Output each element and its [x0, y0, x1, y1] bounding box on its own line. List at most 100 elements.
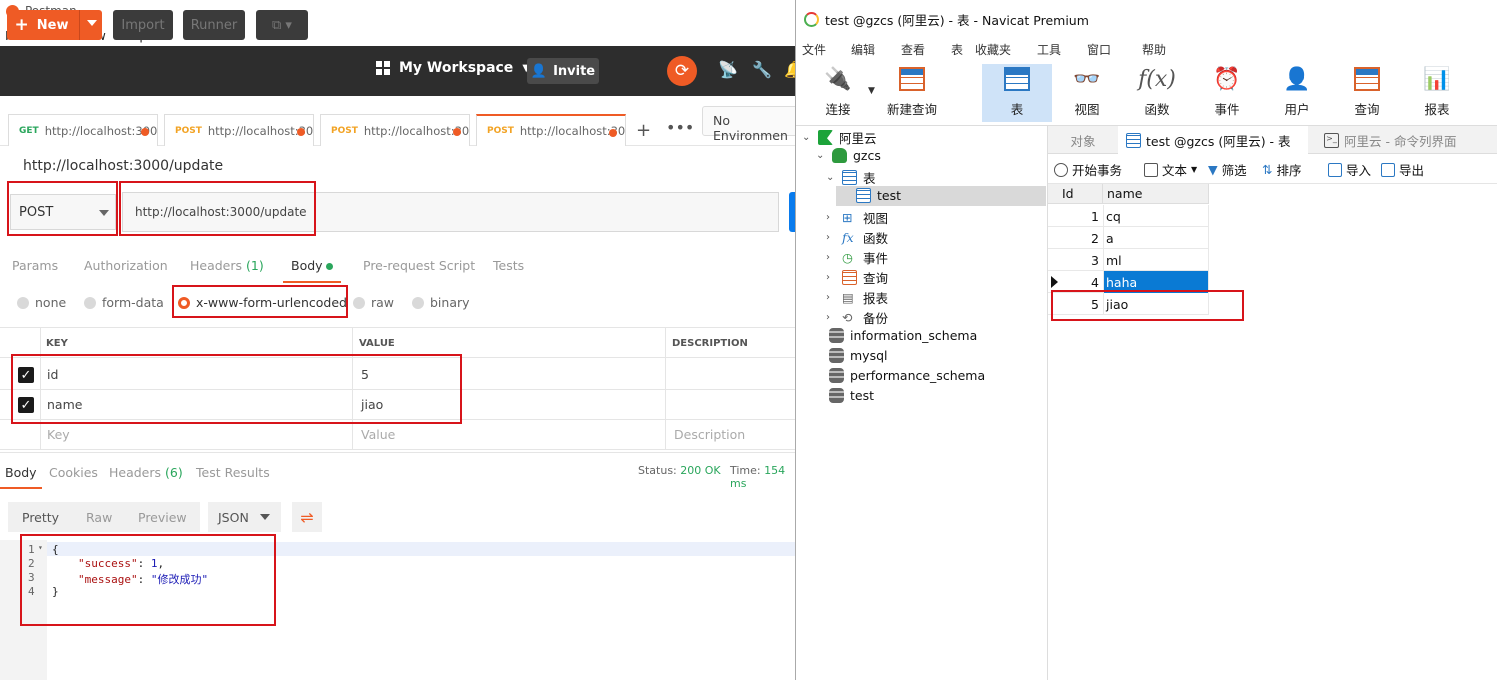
tab-body[interactable]: Body [291, 258, 333, 273]
tool-function[interactable]: f(x) 函数 [1125, 64, 1189, 122]
tool-connect[interactable]: 🔌 连接 [806, 64, 870, 122]
tree-tables-folder[interactable]: ⌄ 表 [826, 168, 876, 187]
invite-button[interactable]: 👤 Invite [527, 58, 599, 84]
tree-db-mysql[interactable]: mysql [829, 348, 888, 363]
table-row[interactable]: 3 ml [1048, 249, 1209, 271]
response-code-editor[interactable]: 1 2 3 4 ▾ { "success": 1, "message": "修改… [0, 540, 796, 680]
param-value[interactable]: 5 [361, 367, 369, 382]
tree-database[interactable]: ⌄ gzcs [816, 148, 881, 163]
table-row[interactable]: 5 jiao [1048, 293, 1209, 315]
tree-connection[interactable]: ⌄ 阿里云 [802, 128, 877, 147]
wrench-icon[interactable]: 🔧 [752, 60, 772, 79]
param-key[interactable]: id [47, 367, 58, 382]
sort-button[interactable]: ⇅ 排序 [1262, 160, 1302, 179]
format-select[interactable]: JSON [208, 502, 281, 532]
tree-folder-events[interactable]: › ◷ 事件 [826, 248, 888, 267]
response-tab-headers[interactable]: Headers (6) [109, 465, 183, 480]
request-tab[interactable]: POST http://localhost:30 [320, 114, 470, 146]
workspace-selector[interactable]: My Workspace ▼ [376, 60, 530, 76]
new-key-input[interactable]: Key [47, 427, 70, 442]
tool-new-query[interactable]: 新建查询 [880, 64, 944, 122]
export-button[interactable]: 导出 [1381, 160, 1424, 179]
menu-table[interactable]: 表 [951, 41, 963, 58]
filter-button[interactable]: ▼ 筛选 [1208, 160, 1247, 179]
new-tab-icon[interactable]: + [636, 120, 651, 141]
menu-file[interactable]: 文件 [802, 41, 826, 58]
tool-user[interactable]: 👤 用户 [1265, 64, 1329, 122]
cell-name[interactable]: ml [1103, 249, 1209, 271]
new-description-input[interactable]: Description [674, 427, 745, 442]
method-select[interactable]: POST [10, 194, 116, 230]
request-tab-active[interactable]: POST http://localhost:30 [476, 114, 626, 146]
tab-headers[interactable]: Headers (1) [190, 258, 264, 273]
tree-db-test[interactable]: test [829, 388, 874, 403]
body-mode-none[interactable]: none [17, 295, 66, 310]
tree-folder-views[interactable]: › ⊞ 视图 [826, 208, 888, 227]
add-window-button[interactable]: ⧉ ▾ [256, 10, 308, 40]
tree-folder-queries[interactable]: › 查询 [826, 268, 888, 287]
body-mode-form-data[interactable]: form-data [84, 295, 164, 310]
param-key[interactable]: name [47, 397, 82, 412]
row-checkbox[interactable]: ✓ [18, 397, 34, 413]
cell-name[interactable]: haha [1103, 271, 1209, 293]
fold-icon[interactable]: ▾ [38, 543, 43, 552]
request-tab[interactable]: POST http://localhost:30 [164, 114, 314, 146]
import-button[interactable]: 导入 [1328, 160, 1371, 179]
tab-objects[interactable]: 对象 [1048, 126, 1118, 154]
tree-folder-reports[interactable]: › ▤ 报表 [826, 288, 888, 307]
environment-select[interactable]: No Environmen [702, 106, 796, 143]
begin-transaction-button[interactable]: 开始事务 [1054, 160, 1122, 179]
cell-name[interactable]: jiao [1103, 293, 1209, 315]
request-tab[interactable]: GET http://localhost:300 [8, 114, 158, 146]
tab-console[interactable]: >_ 阿里云 - 命令列界面 [1316, 126, 1497, 154]
new-button[interactable]: + New [7, 10, 102, 40]
tree-folder-functions[interactable]: › fx 函数 [826, 228, 888, 247]
cell-name[interactable]: cq [1103, 205, 1209, 227]
cell-name[interactable]: a [1103, 227, 1209, 249]
tree-db-information-schema[interactable]: information_schema [829, 328, 977, 343]
tab-tests[interactable]: Tests [493, 258, 524, 273]
tree-folder-backups[interactable]: › ⟲ 备份 [826, 308, 888, 327]
body-mode-raw[interactable]: raw [353, 295, 394, 310]
url-input[interactable]: http://localhost:3000/update [122, 192, 779, 232]
menu-window[interactable]: 窗口 [1087, 41, 1111, 58]
sync-icon[interactable]: ⟳ [667, 56, 697, 86]
tool-view[interactable]: 👓 视图 [1055, 64, 1119, 122]
view-preview-button[interactable]: Preview [138, 502, 187, 532]
new-dropdown-icon[interactable] [87, 20, 97, 26]
body-mode-urlencoded[interactable]: x-www-form-urlencoded [178, 295, 347, 310]
param-value[interactable]: jiao [361, 397, 383, 412]
tab-authorization[interactable]: Authorization [84, 258, 168, 273]
runner-button[interactable]: Runner [183, 10, 245, 40]
tab-params[interactable]: Params [12, 258, 58, 273]
tab-table-test[interactable]: test @gzcs (阿里云) - 表 [1118, 126, 1308, 154]
view-raw-button[interactable]: Raw [86, 502, 112, 532]
tool-report[interactable]: 📊 报表 [1405, 64, 1469, 122]
satellite-icon[interactable]: 📡 [718, 60, 738, 79]
response-tab-test-results[interactable]: Test Results [196, 465, 270, 480]
text-button[interactable]: 文本 ▼ [1144, 160, 1197, 179]
tool-table[interactable]: 表 [982, 64, 1052, 122]
grid-header-name[interactable]: name [1103, 184, 1209, 204]
new-value-input[interactable]: Value [361, 427, 395, 442]
grid-header-id[interactable]: Id [1048, 184, 1103, 204]
tool-event[interactable]: ⏰ 事件 [1195, 64, 1259, 122]
tree-db-performance-schema[interactable]: performance_schema [829, 368, 985, 383]
response-tab-cookies[interactable]: Cookies [49, 465, 98, 480]
row-checkbox[interactable]: ✓ [18, 367, 34, 383]
menu-favorites[interactable]: 收藏夹 [975, 41, 1011, 58]
menu-view[interactable]: 查看 [901, 41, 925, 58]
wrap-lines-icon[interactable]: ⇌ [292, 502, 322, 532]
menu-edit[interactable]: 编辑 [851, 41, 875, 58]
chevron-down-icon[interactable]: ▼ [868, 86, 875, 96]
view-pretty-button[interactable]: Pretty [22, 502, 59, 532]
menu-tools[interactable]: 工具 [1037, 41, 1061, 58]
more-icon[interactable]: ••• [666, 118, 694, 137]
table-row-selected[interactable]: 4 haha [1048, 271, 1209, 293]
table-row[interactable]: 1 cq [1048, 205, 1209, 227]
tool-query[interactable]: 查询 [1335, 64, 1399, 122]
import-button[interactable]: Import [113, 10, 173, 40]
tree-table-test[interactable]: test [856, 188, 901, 203]
menu-help[interactable]: 帮助 [1142, 41, 1166, 58]
table-row[interactable]: 2a [1048, 227, 1209, 249]
